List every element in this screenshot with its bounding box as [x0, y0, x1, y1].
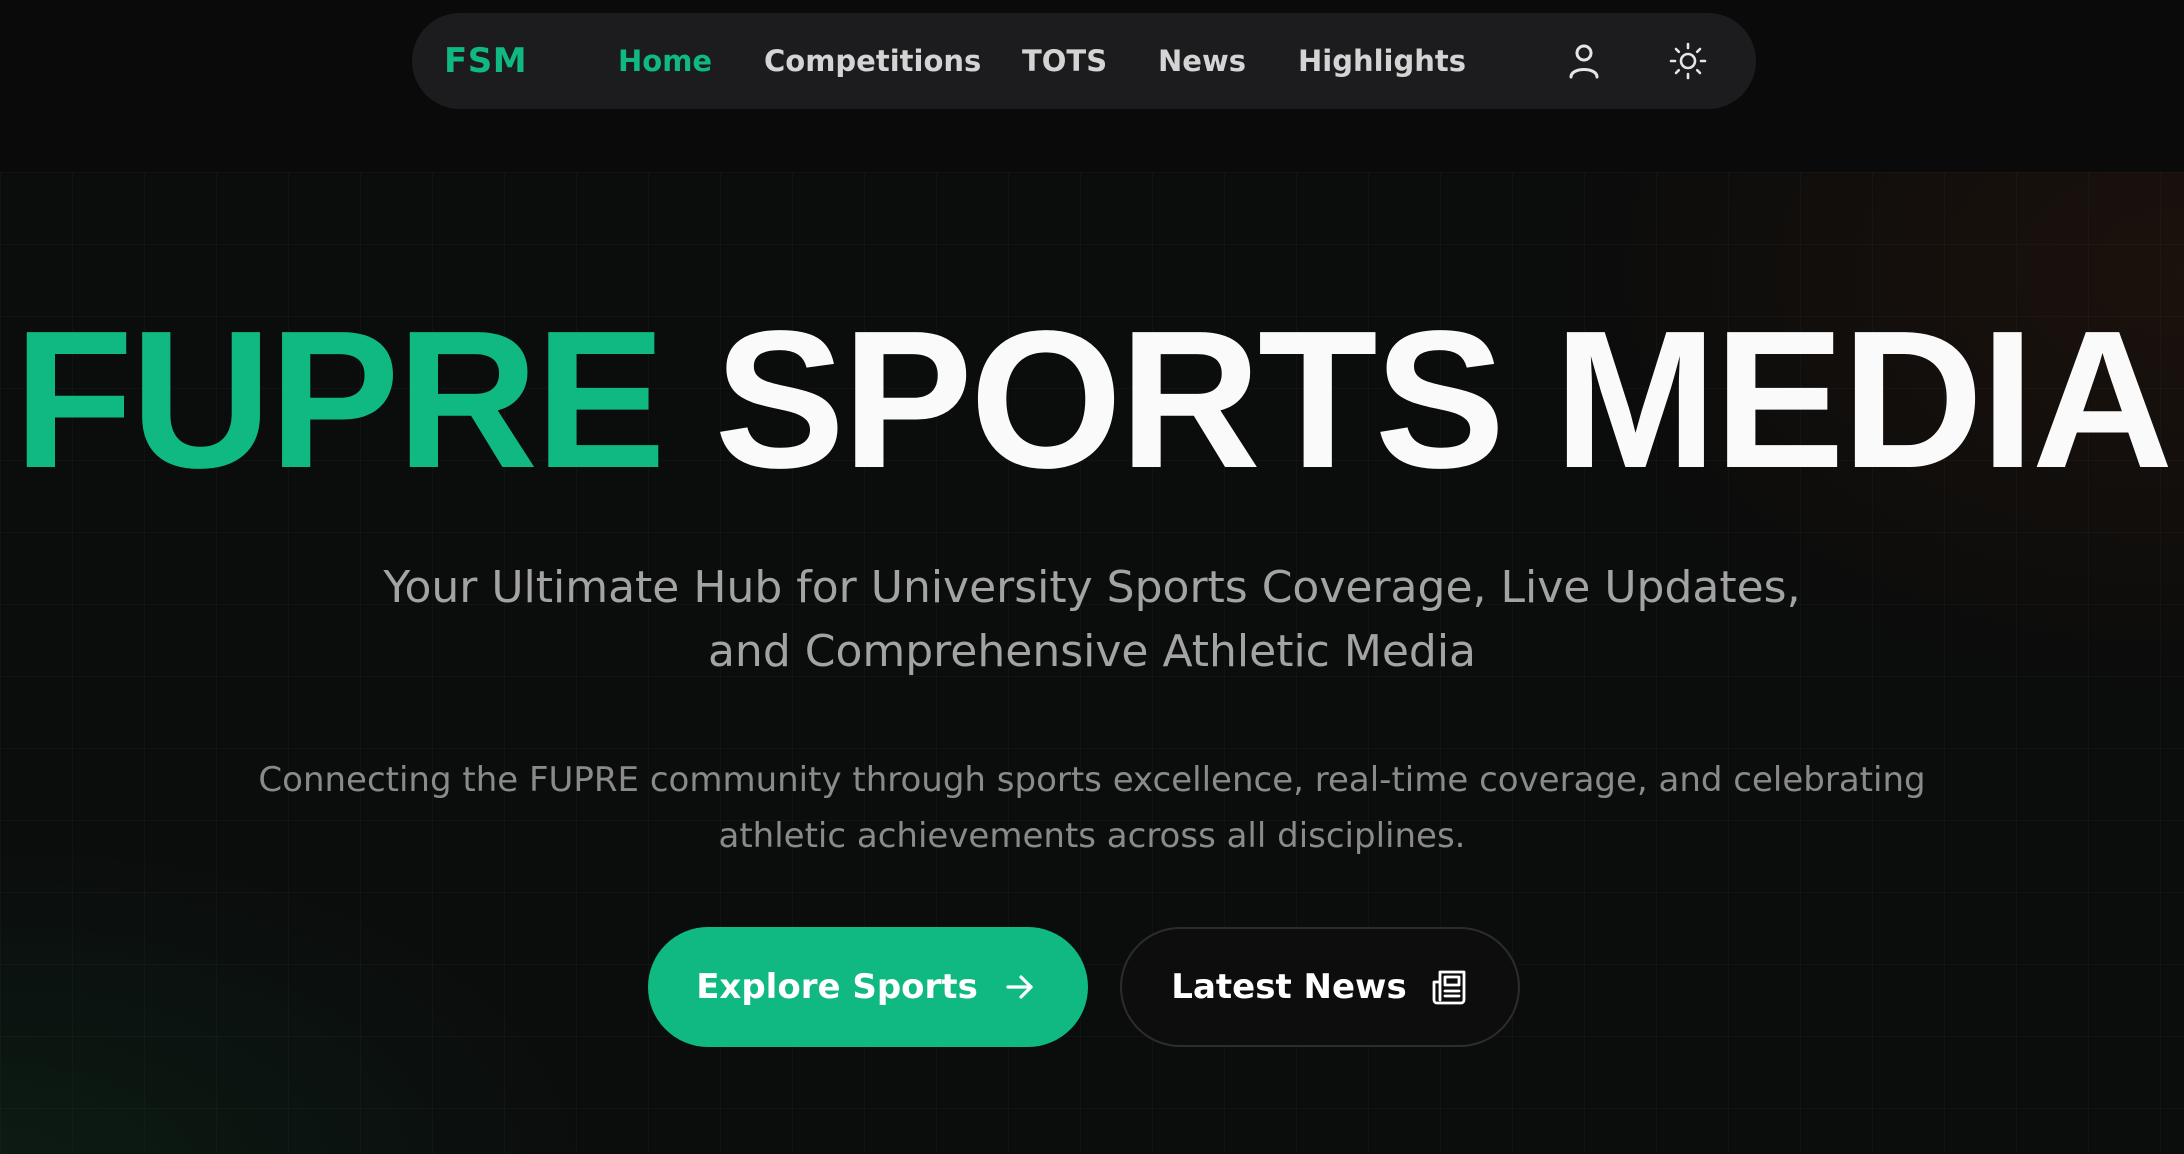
explore-sports-label: Explore Sports: [696, 967, 978, 1007]
nav-link-competitions[interactable]: Competitions: [764, 13, 981, 109]
explore-sports-button[interactable]: Explore Sports: [648, 927, 1088, 1047]
hero-subtitle-line: Your Ultimate Hub for University Sports …: [383, 562, 1801, 613]
arrow-right-icon: [1000, 967, 1040, 1007]
hero-description: Connecting the FUPRE community through s…: [192, 752, 1992, 864]
nav-link-home[interactable]: Home: [618, 13, 712, 109]
top-navigation: FSM Home Competitions TOTS News Highligh…: [412, 13, 1756, 109]
brand-logo[interactable]: FSM: [444, 13, 527, 109]
hero-description-line: Connecting the FUPRE community through s…: [258, 760, 1926, 800]
hero-title-highlight: FUPRE: [13, 290, 666, 509]
hero-subtitle: Your Ultimate Hub for University Sports …: [242, 556, 1942, 684]
page: FSM Home Competitions TOTS News Highligh…: [0, 0, 2184, 1154]
hero-description-line: athletic achievements across all discipl…: [718, 816, 1466, 856]
sun-icon[interactable]: [1668, 41, 1708, 81]
hero-subtitle-line: and Comprehensive Athletic Media: [707, 626, 1477, 677]
nav-link-news[interactable]: News: [1158, 13, 1246, 109]
user-icon[interactable]: [1564, 41, 1604, 81]
nav-link-highlights[interactable]: Highlights: [1298, 13, 1466, 109]
hero-title-rest: SPORTS MEDIA: [714, 290, 2173, 509]
latest-news-button[interactable]: Latest News: [1120, 927, 1520, 1047]
latest-news-label: Latest News: [1171, 967, 1407, 1007]
nav-link-tots[interactable]: TOTS: [1022, 13, 1107, 109]
hero-title: FUPRE SPORTS MEDIA: [0, 290, 2184, 510]
newspaper-icon: [1429, 967, 1469, 1007]
